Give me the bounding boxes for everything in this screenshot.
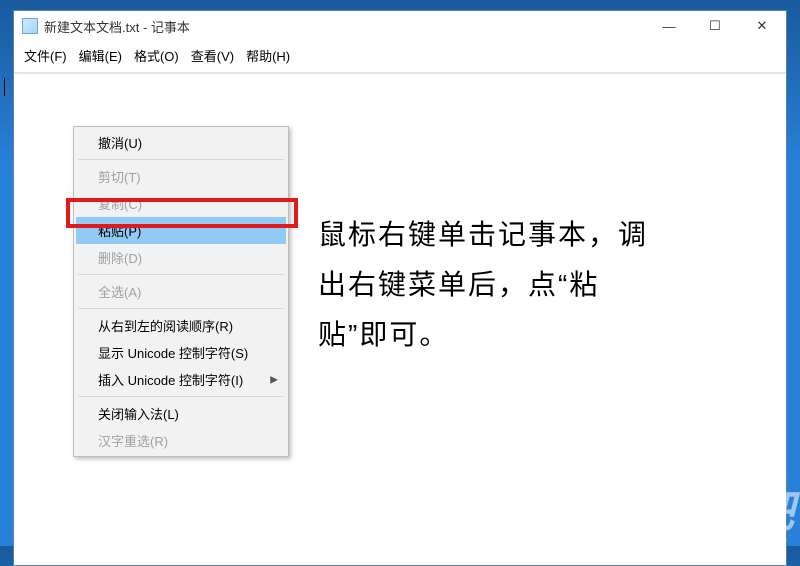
context-separator	[78, 396, 284, 397]
context-menu: 撤消(U) 剪切(T) 复制(C) 粘贴(P) 删除(D) 全选(A) 从右到左…	[73, 126, 289, 457]
title-bar: 新建文本文档.txt - 记事本 — ☐ ✕	[14, 11, 786, 41]
ctx-delete: 删除(D)	[76, 244, 286, 271]
watermark-logo: 下载吧	[666, 476, 792, 540]
context-separator	[78, 308, 284, 309]
menu-bar: 文件(F) 编辑(E) 格式(O) 查看(V) 帮助(H)	[14, 41, 786, 73]
ctx-insert-unicode[interactable]: 插入 Unicode 控制字符(I) ▶	[76, 366, 286, 393]
window-controls: — ☐ ✕	[646, 11, 786, 41]
context-separator	[78, 159, 284, 160]
ctx-paste[interactable]: 粘贴(P)	[76, 217, 286, 244]
maximize-button[interactable]: ☐	[692, 11, 738, 41]
ctx-show-unicode[interactable]: 显示 Unicode 控制字符(S)	[76, 339, 286, 366]
window-title: 新建文本文档.txt - 记事本	[44, 17, 646, 36]
close-button[interactable]: ✕	[738, 11, 786, 41]
ctx-cut: 剪切(T)	[76, 163, 286, 190]
ctx-close-ime[interactable]: 关闭输入法(L)	[76, 400, 286, 427]
ctx-undo[interactable]: 撤消(U)	[76, 129, 286, 156]
ctx-hanzi-reselect: 汉字重选(R)	[76, 427, 286, 454]
watermark-url: www.xiazaiba.com	[682, 534, 788, 546]
text-cursor	[4, 78, 5, 96]
ctx-copy: 复制(C)	[76, 190, 286, 217]
ctx-rtl-reading[interactable]: 从右到左的阅读顺序(R)	[76, 312, 286, 339]
menu-format[interactable]: 格式(O)	[130, 44, 183, 67]
menu-view[interactable]: 查看(V)	[187, 44, 238, 67]
minimize-button[interactable]: —	[646, 11, 692, 41]
menu-edit[interactable]: 编辑(E)	[75, 44, 126, 67]
notepad-icon	[22, 18, 38, 34]
submenu-arrow-icon: ▶	[270, 374, 278, 385]
instruction-text: 鼠标右键单击记事本，调出右键菜单后，点“粘贴”即可。	[318, 210, 648, 360]
menu-file[interactable]: 文件(F)	[20, 44, 71, 67]
context-separator	[78, 274, 284, 275]
menu-help[interactable]: 帮助(H)	[242, 44, 294, 67]
ctx-insert-unicode-label: 插入 Unicode 控制字符(I)	[98, 373, 243, 388]
ctx-select-all: 全选(A)	[76, 278, 286, 305]
